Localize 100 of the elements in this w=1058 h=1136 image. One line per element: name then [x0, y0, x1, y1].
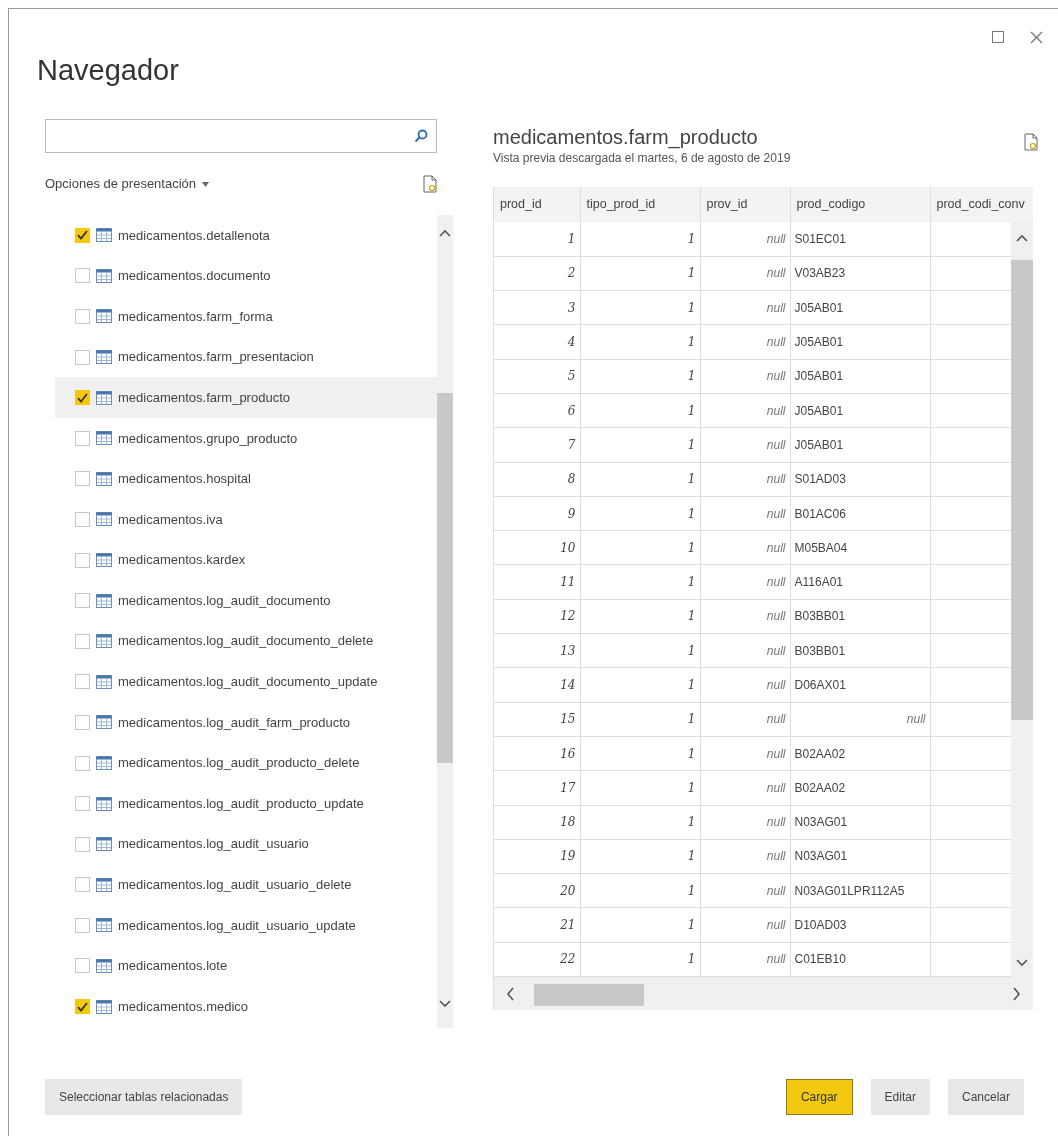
- column-header[interactable]: prod_id: [494, 187, 580, 222]
- column-header[interactable]: prod_codi_conv: [930, 187, 1033, 222]
- table-list-item[interactable]: medicamentos.log_audit_producto_update: [55, 783, 437, 824]
- checkbox[interactable]: [75, 877, 90, 893]
- refresh-document-icon[interactable]: [423, 175, 437, 193]
- checkbox[interactable]: [75, 796, 90, 812]
- table-list-item[interactable]: medicamentos.log_audit_usuario_delete: [55, 864, 437, 906]
- scrollbar[interactable]: [437, 215, 453, 1028]
- table-cell: B03BB01: [790, 633, 930, 668]
- table-list-item[interactable]: medicamentos.farm_presentacion: [55, 336, 437, 378]
- scroll-down-icon[interactable]: [439, 1000, 451, 1008]
- checkbox[interactable]: [75, 268, 90, 284]
- table-icon: [96, 959, 112, 973]
- table-cell: null: [700, 633, 790, 668]
- scroll-up-icon[interactable]: [1016, 234, 1028, 242]
- table-list-item[interactable]: medicamentos.iva: [55, 499, 437, 540]
- checkbox[interactable]: [75, 836, 90, 852]
- table-list-item[interactable]: medicamentos.lote: [55, 945, 437, 987]
- checkbox[interactable]: [75, 917, 90, 933]
- scroll-right-icon[interactable]: [1013, 986, 1021, 1001]
- table-icon: [96, 674, 112, 689]
- action-button[interactable]: Seleccionar tablas relacionadas: [45, 1079, 243, 1115]
- table-cell: 1: [580, 907, 700, 943]
- table-cell: 1: [580, 702, 700, 737]
- column-header[interactable]: tipo_prod_id: [580, 187, 700, 222]
- table-list-item[interactable]: medicamentos.log_audit_farm_producto: [55, 702, 437, 743]
- checkbox[interactable]: [75, 999, 90, 1015]
- search-field[interactable]: [45, 119, 437, 153]
- table-list-item[interactable]: medicamentos.medico: [55, 986, 437, 1027]
- checkbox[interactable]: [75, 309, 90, 324]
- close-button[interactable]: [1028, 29, 1044, 45]
- table-list-item[interactable]: medicamentos.log_audit_usuario_update: [55, 905, 437, 946]
- table-list-item[interactable]: medicamentos.log_audit_documento_update: [55, 661, 437, 703]
- table-list-item[interactable]: medicamentos.detallenota: [55, 215, 437, 256]
- load-button[interactable]: Cargar: [785, 1079, 853, 1115]
- table-cell: N03AG01: [790, 839, 930, 874]
- checkbox[interactable]: [75, 227, 90, 243]
- checkbox[interactable]: [75, 755, 90, 771]
- table-cell: 1: [580, 256, 700, 291]
- table-cell: 3: [494, 290, 580, 325]
- table-cell: 8: [494, 462, 580, 497]
- column-header[interactable]: prov_id: [700, 187, 790, 222]
- table-cell: J05AB01: [790, 359, 930, 394]
- table-cell: 6: [494, 393, 580, 428]
- table-list-item[interactable]: medicamentos.log_audit_documento_delete: [55, 620, 437, 662]
- refresh-document-icon[interactable]: [1024, 133, 1038, 151]
- scroll-down-icon[interactable]: [1016, 959, 1028, 967]
- table-cell: N03AG01: [790, 805, 930, 840]
- scroll-up-icon[interactable]: [439, 229, 451, 237]
- table-cell: null: [700, 770, 790, 806]
- table-cell: null: [700, 873, 790, 908]
- table-icon: [96, 268, 112, 283]
- checkbox[interactable]: [75, 390, 90, 406]
- action-button[interactable]: Cancelar: [947, 1079, 1024, 1115]
- table-icon: [96, 877, 112, 892]
- table-list-item[interactable]: medicamentos.farm_forma: [55, 296, 437, 337]
- checkbox[interactable]: [75, 593, 90, 609]
- scroll-thumb[interactable]: [437, 393, 453, 763]
- table-cell: 1: [580, 564, 700, 600]
- checkbox[interactable]: [75, 349, 90, 365]
- table-cell: 10: [494, 530, 580, 565]
- checkbox[interactable]: [75, 674, 90, 690]
- table-cell: D06AX01: [790, 667, 930, 703]
- table-cell: null: [700, 359, 790, 394]
- checkbox[interactable]: [75, 471, 90, 487]
- checkbox[interactable]: [75, 714, 90, 730]
- table-list-item[interactable]: medicamentos.log_audit_usuario: [55, 823, 437, 865]
- table-list-item[interactable]: medicamentos.kardex: [55, 539, 437, 581]
- checkbox[interactable]: [75, 552, 90, 568]
- scroll-thumb[interactable]: [534, 984, 644, 1006]
- table-cell: 17: [494, 770, 580, 806]
- table-cell: null: [700, 324, 790, 360]
- table-cell: null: [700, 702, 790, 737]
- table-cell: 20: [494, 873, 580, 908]
- table-cell: null: [700, 805, 790, 840]
- scrollbar[interactable]: [494, 977, 1033, 1010]
- scroll-thumb[interactable]: [1011, 260, 1033, 720]
- table-list-item[interactable]: medicamentos.hospital: [55, 458, 437, 500]
- table-list-item[interactable]: medicamentos.documento: [55, 255, 437, 297]
- checkbox[interactable]: [75, 430, 90, 446]
- checkbox[interactable]: [75, 511, 90, 527]
- checkbox[interactable]: [75, 633, 90, 649]
- checkbox[interactable]: [75, 958, 90, 974]
- scroll-left-icon[interactable]: [506, 986, 514, 1001]
- column-header[interactable]: prod_codigo: [790, 187, 930, 222]
- action-button[interactable]: Editar: [870, 1079, 930, 1115]
- table-icon: [96, 796, 112, 811]
- table-cell: 16: [494, 736, 580, 771]
- table-cell: B01AC06: [790, 496, 930, 531]
- table-cell: V03AB23: [790, 256, 930, 291]
- table-cell: 1: [580, 427, 700, 463]
- table-list-item[interactable]: medicamentos.log_audit_producto_delete: [55, 742, 437, 784]
- display-options-dropdown[interactable]: Opciones de presentación: [45, 174, 210, 194]
- table-cell: 21: [494, 907, 580, 943]
- table-list-item[interactable]: medicamentos.farm_producto: [55, 377, 437, 418]
- maximize-button[interactable]: [990, 29, 1006, 45]
- table-list-item[interactable]: medicamentos.grupo_producto: [55, 417, 437, 459]
- table-cell: null: [700, 290, 790, 325]
- table-cell: 1: [580, 496, 700, 531]
- table-list-item[interactable]: medicamentos.log_audit_documento: [55, 580, 437, 621]
